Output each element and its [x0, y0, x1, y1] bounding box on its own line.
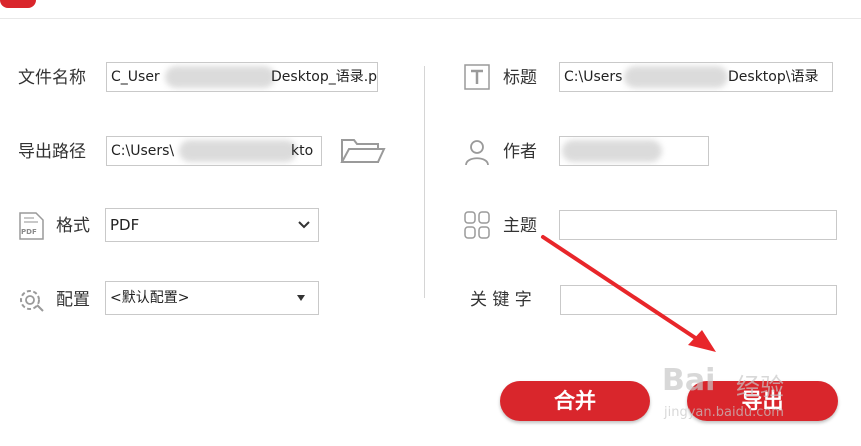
export-path-value-suffix: kto	[291, 143, 314, 159]
chevron-down-icon	[298, 221, 310, 229]
author-label: 作者	[503, 142, 537, 162]
grid-icon	[464, 211, 490, 239]
column-divider	[424, 66, 425, 298]
redacted-blur	[624, 66, 728, 88]
person-icon	[465, 140, 489, 166]
title-value-suffix: Desktop\语录	[728, 69, 819, 85]
header-divider	[0, 18, 861, 19]
filename-field[interactable]: C_User Desktop_语录.p	[106, 62, 378, 92]
format-select[interactable]: PDF	[105, 208, 319, 242]
merge-button[interactable]: 合并	[500, 381, 650, 421]
export-path-value-prefix: C:\Users\	[111, 143, 175, 159]
redacted-blur	[179, 140, 297, 162]
format-label: 格式	[56, 216, 90, 236]
redacted-blur	[562, 140, 662, 162]
keywords-field[interactable]	[560, 285, 837, 315]
title-value-prefix: C:\Users	[564, 69, 623, 85]
filename-value-prefix: C_User	[111, 69, 160, 85]
gear-icon	[20, 290, 44, 312]
keywords-label: 关 键 字	[470, 290, 532, 310]
export-path-label: 导出路径	[18, 142, 86, 162]
text-t-icon	[464, 64, 490, 90]
subject-field[interactable]	[559, 210, 837, 240]
app-logo	[0, 0, 36, 8]
svg-text:PDF: PDF	[21, 228, 37, 236]
export-button[interactable]: 导出	[687, 381, 838, 421]
title-label: 标题	[503, 68, 537, 88]
config-label: 配置	[56, 290, 90, 310]
folder-icon[interactable]	[340, 136, 386, 166]
config-select[interactable]: <默认配置>	[105, 281, 319, 315]
dropdown-triangle-icon	[297, 295, 305, 301]
filename-value-suffix: Desktop_语录.p	[271, 69, 378, 85]
author-field[interactable]	[559, 136, 709, 166]
export-path-field[interactable]: C:\Users\ kto	[106, 136, 322, 166]
subject-label: 主题	[503, 216, 537, 236]
filename-label: 文件名称	[18, 68, 86, 88]
format-select-value: PDF	[110, 216, 140, 234]
redacted-blur	[165, 66, 275, 88]
config-select-value: <默认配置>	[110, 290, 190, 306]
title-field[interactable]: C:\Users Desktop\语录	[559, 62, 833, 92]
pdf-file-icon: PDF	[19, 212, 44, 240]
